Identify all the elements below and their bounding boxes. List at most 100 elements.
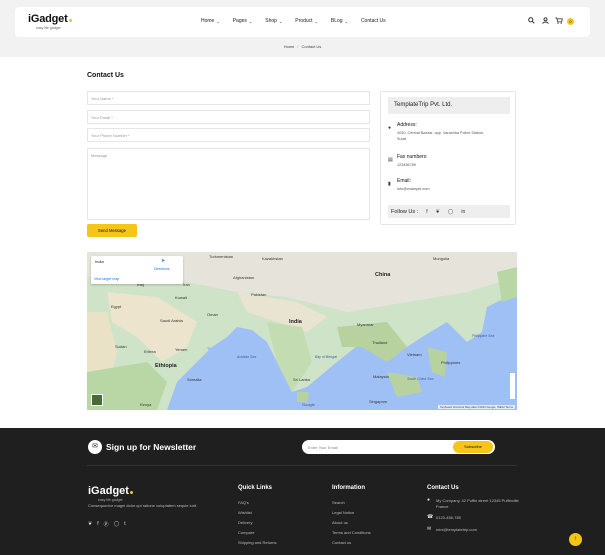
view-larger-map-link[interactable]: View larger map — [94, 277, 119, 281]
map-label: Myanmar — [357, 322, 374, 327]
footer-link[interactable]: FAQ's — [238, 498, 276, 508]
tumblr-icon[interactable]: t — [124, 521, 125, 528]
footer-logo[interactable]: iGadget — [88, 485, 133, 497]
breadcrumb-home[interactable]: Home — [284, 44, 295, 49]
footer-address: ● My Company, 42 Puffin street 12345 Puff… — [427, 497, 527, 509]
instagram-icon[interactable]: ◯ — [448, 209, 454, 215]
twitter-icon[interactable]: ❦ — [436, 209, 440, 215]
search-icon[interactable] — [527, 17, 535, 25]
location-pin-icon: ● — [427, 497, 431, 503]
footer-link[interactable]: About us — [332, 518, 371, 528]
footer-link[interactable]: Delivery — [238, 518, 276, 528]
footer-phone-text[interactable]: 0123-456-789 — [436, 515, 461, 520]
footer-link[interactable]: Shipping and Returns — [238, 538, 276, 548]
map-info-card: India ➤ Directions View larger map — [91, 256, 183, 284]
footer-link[interactable]: Search — [332, 498, 371, 508]
footer-logo-text: iGadget — [88, 485, 129, 497]
send-message-button[interactable]: Send Message — [87, 224, 137, 237]
newsletter-envelope-icon: ✉ — [88, 440, 102, 454]
map-zoom-control[interactable] — [510, 373, 515, 399]
footer-contact-column: Contact Us ● My Company, 42 Puffin street… — [427, 485, 527, 538]
footer-address-text: My Company, 42 Puffin street 12345 Puffi… — [436, 498, 519, 509]
map-label: Somalia — [187, 377, 202, 382]
footer-link[interactable]: Wishlist — [238, 508, 276, 518]
email-label: Email: — [397, 178, 411, 184]
map-label: Singapore — [369, 399, 388, 404]
map-label: Iraq — [137, 282, 144, 287]
linkedin-icon[interactable]: in — [461, 209, 465, 215]
map-label: Eritrea — [144, 349, 156, 354]
footer-social: ❦ f Ⓟ ◯ t — [88, 521, 126, 528]
subscribe-button[interactable]: Subscribe — [453, 441, 493, 453]
facebook-icon[interactable]: f — [97, 521, 98, 528]
logo-tagline: easy life gadget — [36, 26, 61, 30]
name-field[interactable]: Your Name * — [87, 91, 370, 105]
message-field[interactable]: Message — [87, 148, 370, 220]
email-section: ▮ Email: info@example.com — [388, 178, 508, 196]
chevron-down-icon: ⌄ — [248, 18, 253, 24]
breadcrumb-separator: / — [297, 44, 299, 49]
phone-icon: ☎ — [427, 514, 434, 520]
follow-us-bar: Follow Us : f ❦ ◯ in — [388, 205, 510, 218]
google-wordmark: Google — [302, 402, 315, 407]
nav-product[interactable]: Product ⌄ — [295, 18, 318, 24]
footer-link[interactable]: Compare — [238, 528, 276, 538]
map-label: Sri Lanka — [293, 377, 310, 382]
footer-phone: ☎ 0123-456-789 — [427, 514, 527, 521]
facebook-icon[interactable]: f — [426, 209, 427, 215]
logo-dot — [68, 19, 72, 22]
scroll-to-top-button[interactable]: ↑ — [569, 533, 582, 546]
nav-shop-label: Shop — [265, 18, 277, 24]
cart-icon[interactable] — [555, 17, 563, 25]
footer-link[interactable]: Contact us — [332, 538, 371, 548]
map-label: Turkmenistan — [209, 254, 234, 259]
page-title: Contact Us — [87, 72, 124, 79]
nav-pages[interactable]: Pages ⌄ — [233, 18, 253, 24]
header-icons: 0 — [527, 17, 574, 25]
map-label: Ethiopia — [155, 363, 177, 369]
map-label: Philippine Sea — [472, 334, 495, 338]
google-map[interactable]: India ➤ Directions View larger map Turkm… — [87, 252, 517, 410]
directions-icon[interactable]: ➤ — [161, 258, 165, 264]
phone-field[interactable]: Your Phone Number * — [87, 128, 370, 142]
chevron-down-icon: ⌄ — [216, 18, 220, 24]
nav-contact-label: Contact Us — [360, 18, 386, 24]
email-field[interactable]: Your Email * — [87, 110, 370, 124]
footer-email: ✉ mini@templatetrip.com — [427, 525, 527, 533]
instagram-icon[interactable]: ◯ — [114, 521, 120, 528]
company-name: TemplateTrip Pvt. Ltd. — [388, 97, 510, 114]
pinterest-icon[interactable]: Ⓟ — [104, 521, 109, 528]
map-label: Kazakhstan — [262, 256, 283, 261]
nav-blog[interactable]: BLog ⌄ — [331, 18, 348, 24]
main-nav: Home ⌄ Pages ⌄ Shop ⌄ Product ⌄ BLog ⌄ Contac… — [201, 18, 399, 24]
follow-us-label: Follow Us : — [391, 208, 419, 215]
map-label: Pakistan — [251, 292, 267, 297]
directions-label[interactable]: Directions — [154, 267, 170, 271]
contact-info-box: TemplateTrip Pvt. Ltd. ● Address: 4030, … — [380, 91, 516, 225]
twitter-icon[interactable]: ❦ — [88, 521, 92, 528]
email-text[interactable]: info@example.com — [397, 186, 487, 192]
information-column: Information Search Legal Notice About us… — [332, 485, 371, 548]
nav-blog-label: BLog — [330, 18, 343, 24]
nav-home[interactable]: Home ⌄ — [201, 18, 220, 24]
user-icon[interactable] — [541, 17, 549, 25]
nav-home-label: Home — [201, 18, 215, 24]
nav-contact[interactable]: Contact Us — [361, 18, 386, 24]
main-content: Contact Us Your Name * Your Email * Your… — [0, 57, 605, 428]
footer-email-text[interactable]: mini@templatetrip.com — [436, 527, 477, 532]
footer-link[interactable]: Legal Notice — [332, 508, 371, 518]
map-label: Kenya — [140, 402, 152, 407]
map-label: Mongolia — [433, 256, 450, 261]
map-label: Iran — [183, 282, 190, 287]
nav-shop[interactable]: Shop ⌄ — [265, 18, 282, 24]
footer-logo-tagline: easy life gadget — [98, 498, 123, 502]
fax-icon: ▤ — [388, 157, 393, 163]
footer-link[interactable]: Terms and Conditions — [332, 528, 371, 538]
site-footer: ✉ Sign up for Newsletter Enter Your Emai… — [0, 428, 605, 555]
map-attribution[interactable]: Keyboard shortcuts Map data ©2023 Google… — [438, 405, 515, 409]
map-label: China — [375, 272, 391, 278]
envelope-icon: ✉ — [427, 525, 432, 532]
chevron-down-icon: ⌄ — [314, 18, 318, 24]
map-satellite-toggle[interactable] — [91, 394, 103, 406]
logo[interactable]: iGadget — [28, 13, 72, 25]
